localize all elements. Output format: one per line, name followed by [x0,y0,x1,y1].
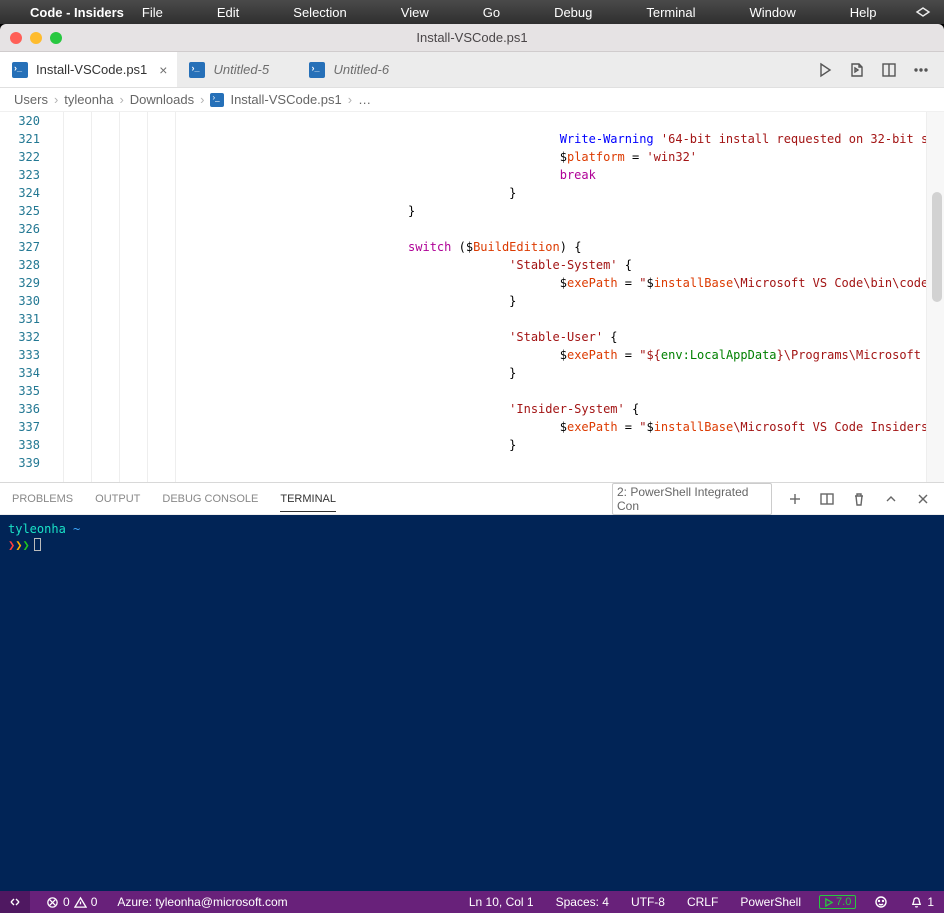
powershell-version-status[interactable]: 7.0 [819,895,856,909]
breadcrumb-symbol[interactable]: … [358,92,371,107]
breadcrumb-segment[interactable]: Downloads [130,92,194,107]
editor-tab[interactable]: Install-VSCode.ps1 × [0,52,177,87]
breadcrumb[interactable]: Users›tyleonha›Downloads› Install-VSCode… [0,88,944,112]
breadcrumb-file[interactable]: Install-VSCode.ps1 [230,92,341,107]
mac-menu-terminal[interactable]: Terminal [646,5,695,20]
notifications-status[interactable]: 1 [906,895,938,909]
editor-tab[interactable]: Untitled-6 [297,52,417,87]
mac-menu-debug[interactable]: Debug [554,5,592,20]
feedback-icon[interactable] [870,895,892,909]
close-tab-icon[interactable]: × [159,62,167,78]
mac-menu-edit[interactable]: Edit [217,5,239,20]
panel-tab-debug-console[interactable]: DEBUG CONSOLE [162,493,258,505]
cursor-position[interactable]: Ln 10, Col 1 [465,895,538,909]
status-bar: 0 0 Azure: tyleonha@microsoft.com Ln 10,… [0,891,944,913]
breadcrumb-segment[interactable]: tyleonha [64,92,113,107]
powershell-file-icon [309,62,325,78]
split-editor-icon[interactable] [880,61,898,79]
panel-tab-problems[interactable]: PROBLEMS [12,493,73,505]
app-name[interactable]: Code - Insiders [30,5,124,20]
macos-menubar: Code - Insiders File Edit Selection View Go D… [0,0,944,24]
mac-menu-help[interactable]: Help [850,5,877,20]
tab-label: Untitled-6 [333,62,389,77]
mac-menu-go[interactable]: Go [483,5,500,20]
tab-label: Untitled-5 [213,62,269,77]
window-title: Install-VSCode.ps1 [0,30,944,45]
split-terminal-icon[interactable] [818,490,836,508]
window-titlebar: Install-VSCode.ps1 [0,24,944,52]
mac-menu-file[interactable]: File [142,5,163,20]
remote-indicator[interactable] [0,891,30,913]
error-count: 0 [63,895,70,909]
azure-status[interactable]: Azure: tyleonha@microsoft.com [113,895,291,909]
editor-tab-bar: Install-VSCode.ps1 × Untitled-5 Untitled… [0,52,944,88]
powershell-file-icon [12,62,28,78]
terminal-user: tyleonha [8,522,66,536]
more-actions-icon[interactable] [912,61,930,79]
terminal-path: ~ [73,522,80,536]
encoding-status[interactable]: UTF-8 [627,895,669,909]
panel-tab-terminal[interactable]: TERMINAL [280,493,336,512]
run-icon[interactable] [816,61,834,79]
indent-status[interactable]: Spaces: 4 [552,895,613,909]
panel-tab-output[interactable]: OUTPUT [95,493,140,505]
close-panel-icon[interactable] [914,490,932,508]
powershell-file-icon [189,62,205,78]
mac-menu-window[interactable]: Window [750,5,796,20]
kill-terminal-icon[interactable] [850,490,868,508]
language-mode[interactable]: PowerShell [736,895,805,909]
powershell-file-icon [210,93,224,107]
bottom-panel: PROBLEMS OUTPUT DEBUG CONSOLE TERMINAL 2: P… [0,482,944,891]
menubar-extra-icon[interactable] [914,3,932,21]
mac-menu-selection[interactable]: Selection [293,5,346,20]
breadcrumb-segment[interactable]: Users [14,92,48,107]
eol-status[interactable]: CRLF [683,895,722,909]
terminal[interactable]: tyleonha ~ ❯❯❯ [0,515,944,891]
terminal-selector-dropdown[interactable]: 2: PowerShell Integrated Con [612,483,772,515]
editor-tab[interactable]: Untitled-5 [177,52,297,87]
editor-scrollbar[interactable] [932,192,942,302]
new-terminal-icon[interactable] [786,490,804,508]
maximize-panel-icon[interactable] [882,490,900,508]
problems-status[interactable]: 0 0 [42,895,101,909]
tab-label: Install-VSCode.ps1 [36,62,147,77]
mac-menu-view[interactable]: View [401,5,429,20]
line-number-gutter: 320 321 322 323 324 325 326 327 328 329 … [0,112,54,482]
warning-count: 0 [91,895,98,909]
run-selection-icon[interactable] [848,61,866,79]
terminal-cursor [34,538,41,551]
panel-tab-bar: PROBLEMS OUTPUT DEBUG CONSOLE TERMINAL 2: P… [0,483,944,515]
editor[interactable]: 320 321 322 323 324 325 326 327 328 329 … [0,112,944,482]
